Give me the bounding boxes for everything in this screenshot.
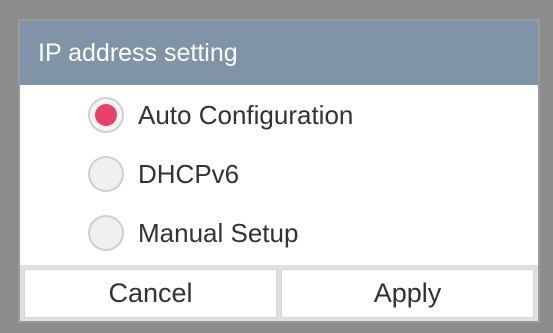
radio-dot-icon — [95, 104, 117, 126]
dialog-footer: Cancel Apply — [20, 265, 538, 321]
dialog-title: IP address setting — [38, 38, 238, 67]
option-dhcpv6[interactable]: DHCPv6 — [88, 152, 239, 196]
apply-button[interactable]: Apply — [281, 269, 534, 318]
radio-button-icon[interactable] — [88, 156, 124, 192]
ip-address-setting-dialog: IP address setting Auto Configuration DH… — [18, 19, 540, 323]
radio-button-icon[interactable] — [88, 215, 124, 251]
option-label: DHCPv6 — [138, 158, 240, 189]
dialog-title-bar: IP address setting — [20, 21, 538, 85]
option-manual-setup[interactable]: Manual Setup — [88, 211, 298, 255]
options-list: Auto Configuration DHCPv6 Manual Setup — [20, 85, 538, 265]
option-label: Manual Setup — [138, 217, 299, 248]
option-auto-configuration[interactable]: Auto Configuration — [88, 93, 353, 137]
cancel-button[interactable]: Cancel — [24, 269, 277, 318]
option-label: Auto Configuration — [138, 99, 354, 130]
radio-button-selected-icon[interactable] — [88, 97, 124, 133]
